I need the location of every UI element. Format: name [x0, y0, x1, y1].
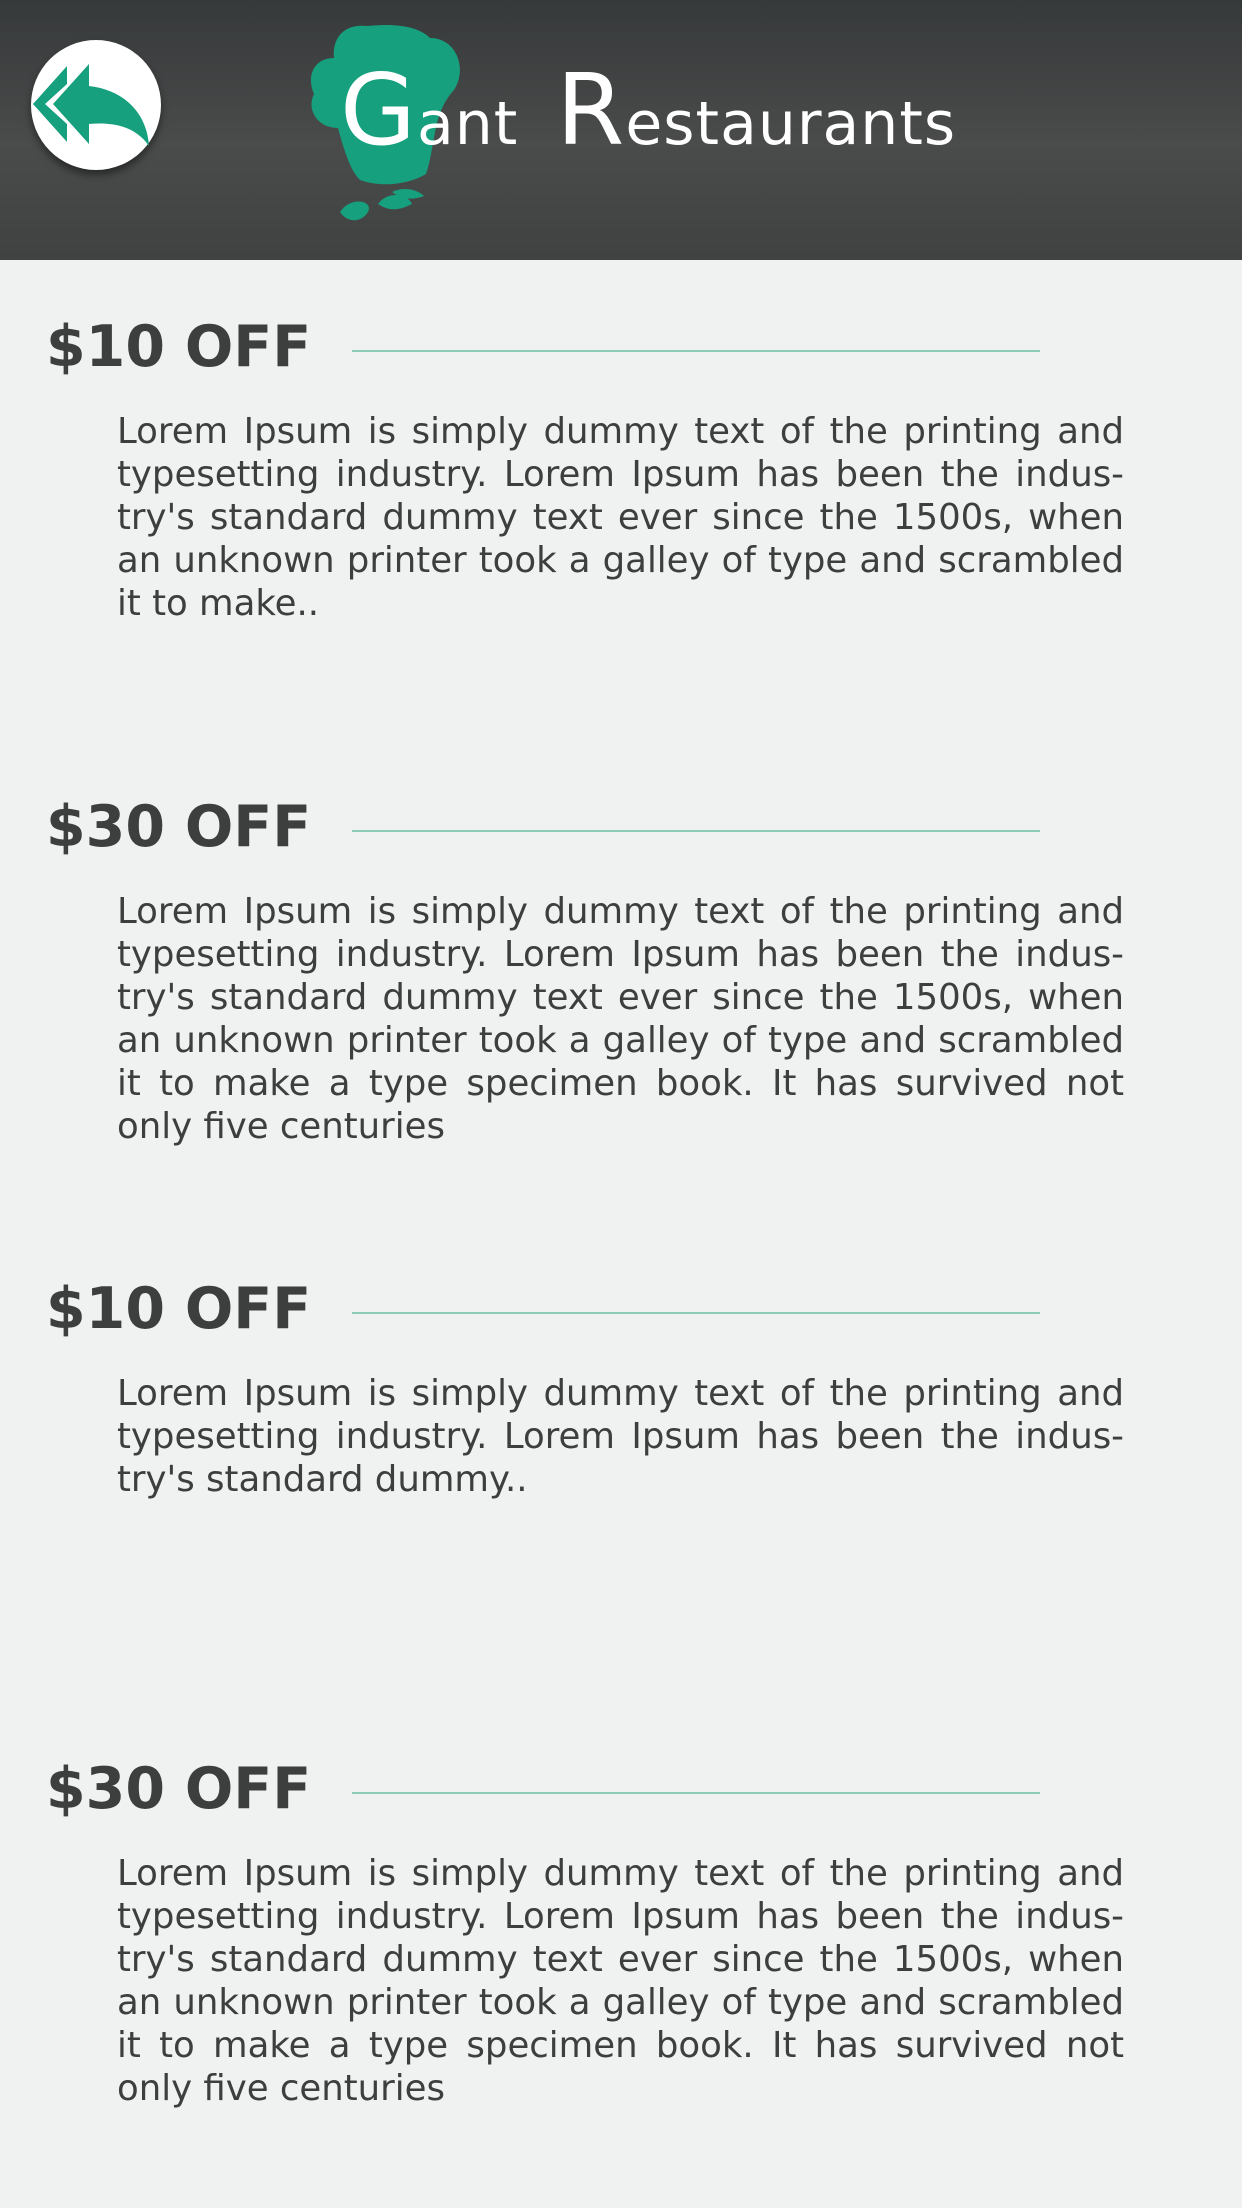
offer-description: Lorem Ipsum is simply dummy text of the … [117, 891, 1124, 1147]
brand-initial-r: R [556, 54, 626, 168]
brand-word-1-rest: ant [416, 89, 519, 159]
offer-description: Lorem Ipsum is simply dummy text of the … [117, 411, 1124, 624]
offer-description: Lorem Ipsum is simply dummy text of the … [117, 1853, 1124, 2109]
offer-title: $30 OFF [46, 1756, 312, 1822]
brand-word-2-rest: estaurants [625, 89, 957, 159]
divider [352, 350, 1040, 352]
brand-name: Gant Restaurants [340, 56, 956, 166]
brand-initial-g: G [340, 54, 417, 168]
offer-description: Lorem Ipsum is simply dummy text of the … [117, 1373, 1124, 1500]
offer-title: $10 OFF [46, 314, 312, 380]
divider [352, 830, 1040, 832]
back-arrow-icon [33, 64, 149, 146]
back-button[interactable] [31, 40, 161, 170]
divider [352, 1312, 1040, 1314]
app-header: Gant Restaurants [0, 0, 1242, 260]
divider [352, 1792, 1040, 1794]
offer-title: $10 OFF [46, 1276, 312, 1342]
offer-title: $30 OFF [46, 794, 312, 860]
